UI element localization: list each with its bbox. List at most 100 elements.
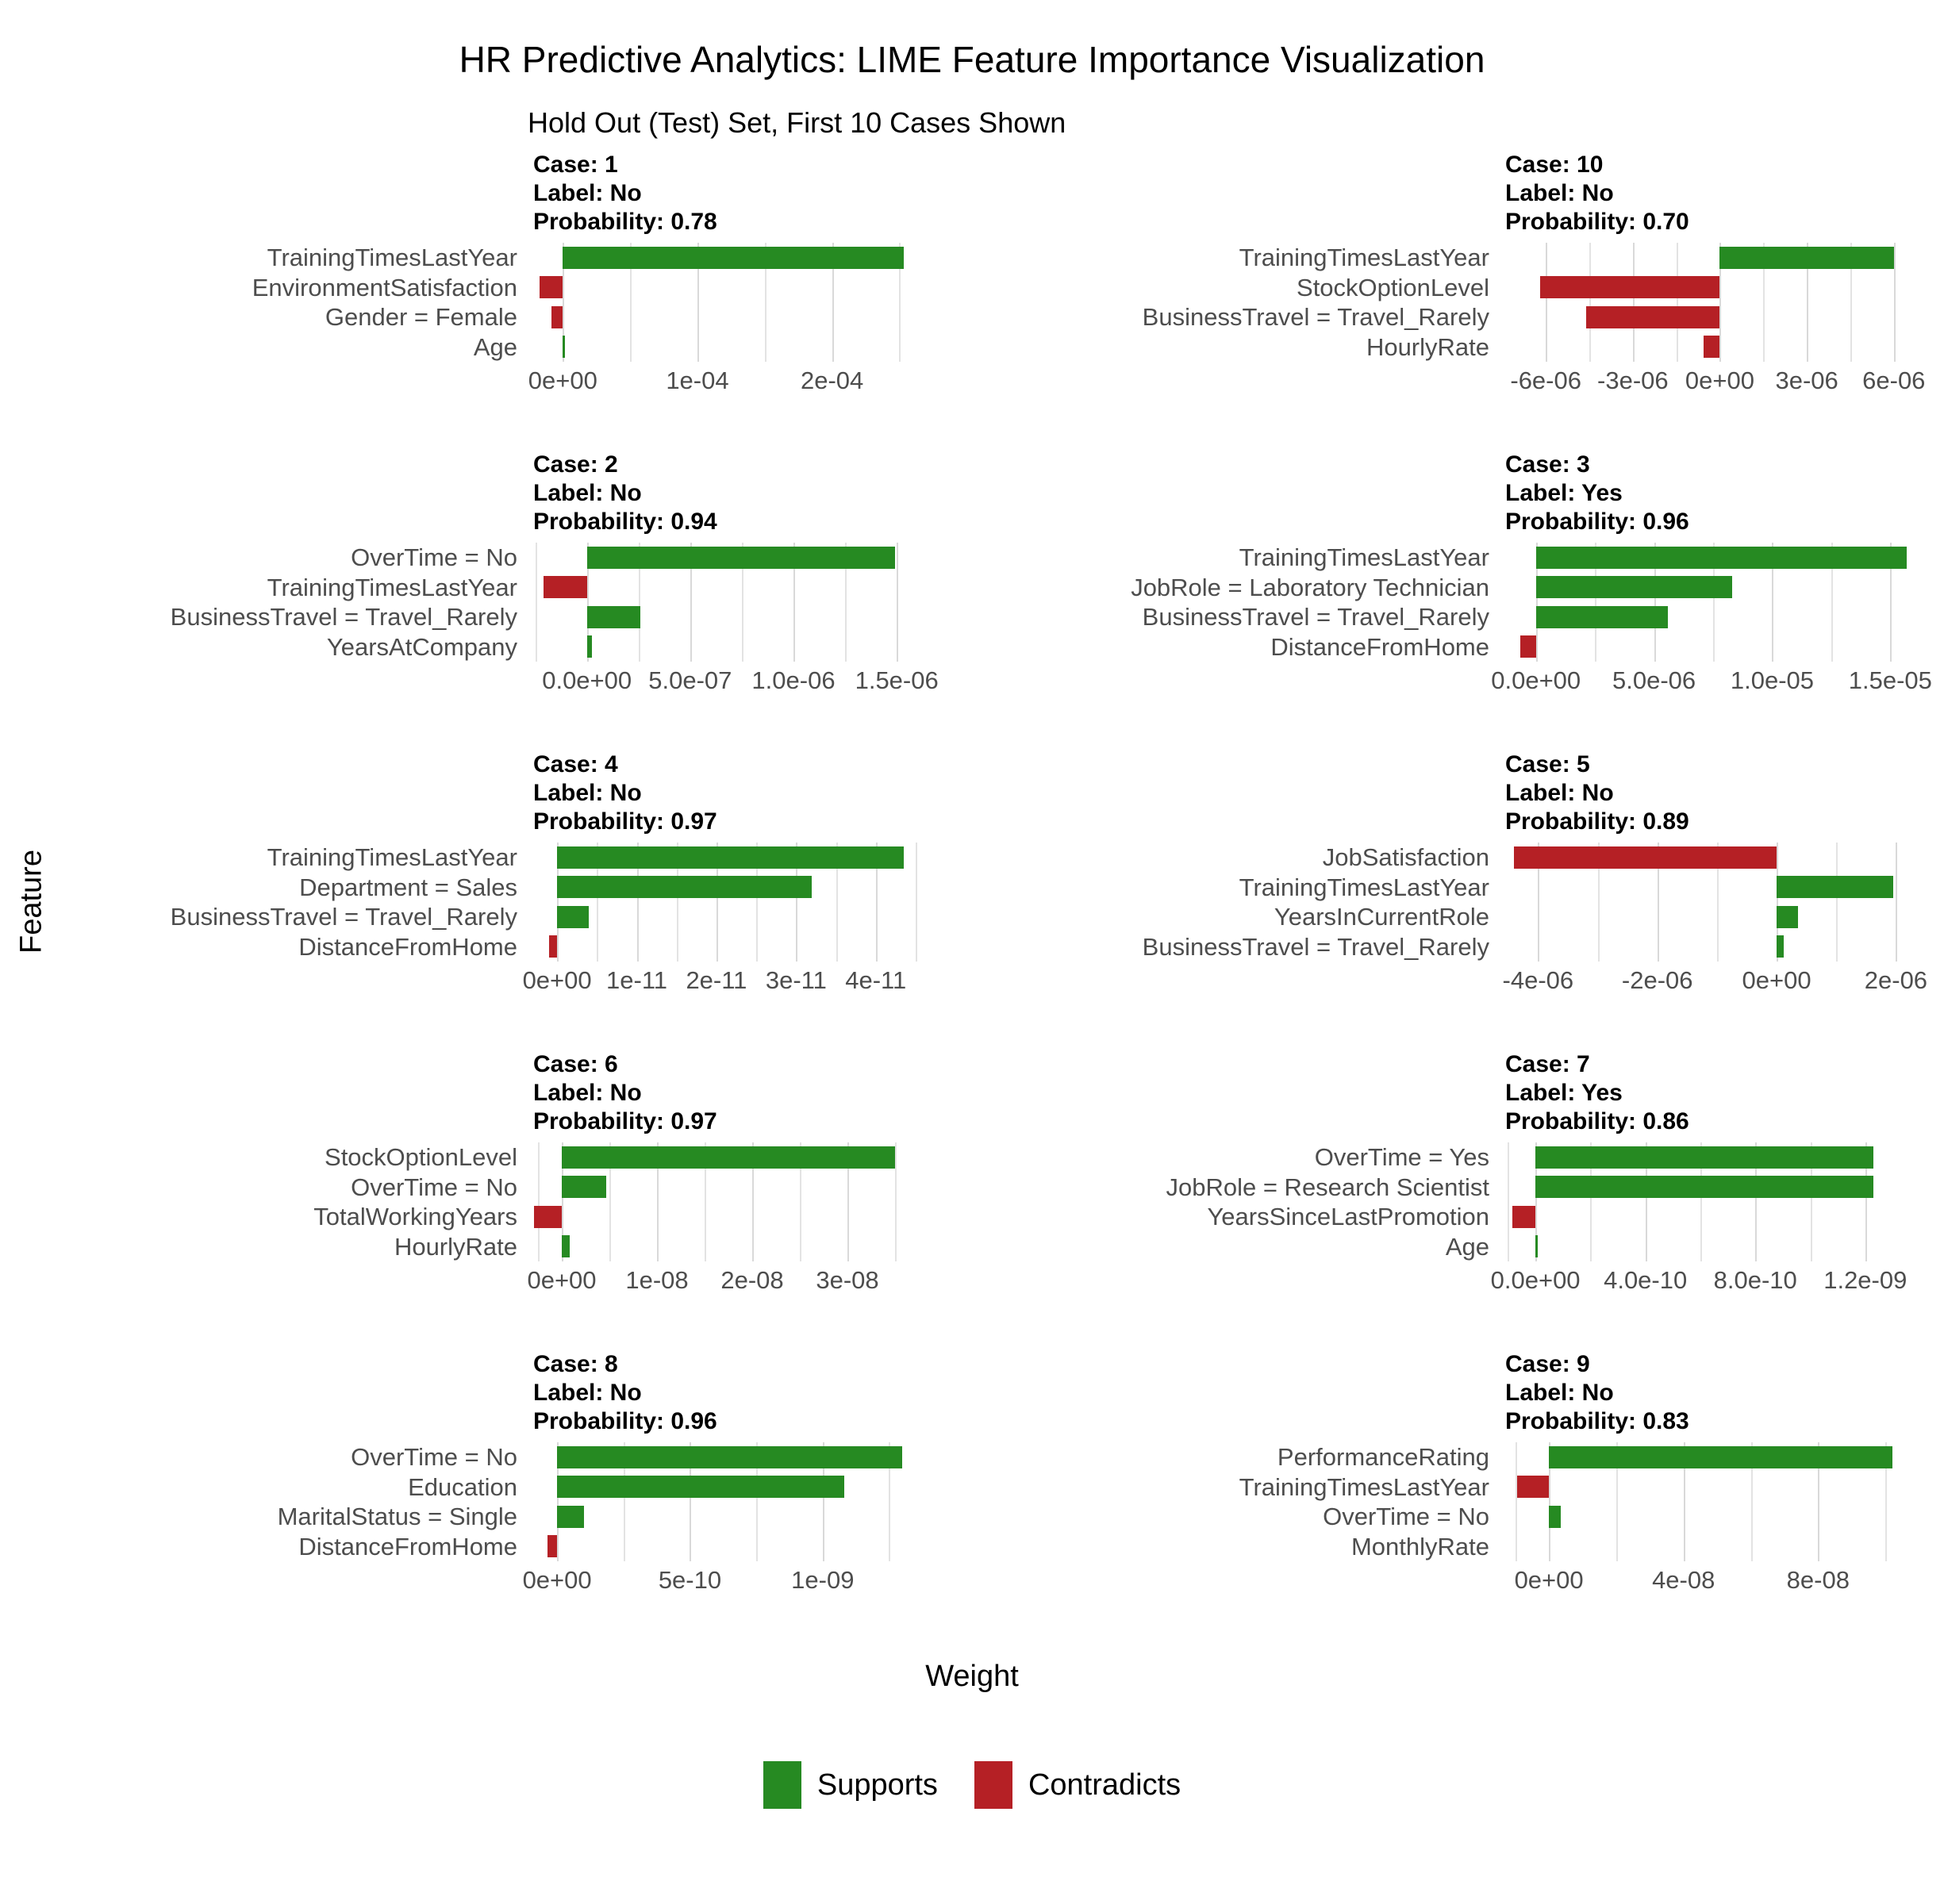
x-tick-label: 2e-04 [800,367,864,394]
x-tick-label: 5.0e-07 [648,666,732,694]
x-tick-label: 1e-11 [606,966,668,994]
bar-supports [557,846,904,869]
bar-supports [557,876,813,899]
x-tick-label: 0e+00 [522,1566,592,1594]
x-tick-label: 1.0e-05 [1730,666,1815,694]
case-label: Label: No [533,1380,642,1406]
x-tick-label: 1.0e-06 [751,666,836,694]
feature-label: YearsInCurrentRole [1274,903,1489,931]
case-label: Label: No [533,780,642,806]
feature-label-list: OverTime = Yes JobRole = Research Scienti… [972,1142,1497,1261]
feature-label: DistanceFromHome [298,932,517,961]
x-tick-labels: 0e+00 4e-08 8e-08 [1505,1566,1926,1601]
x-tick-label: 0e+00 [528,367,597,394]
feature-label-list: TrainingTimesLastYear JobRole = Laborator… [972,543,1497,662]
x-axis-title: Weight [925,1660,1019,1693]
page-subtitle: Hold Out (Test) Set, First 10 Cases Show… [528,106,1066,139]
case-number: Case: 7 [1505,1051,1590,1077]
x-tick-labels: -6e-06 -3e-06 0e+00 3e-06 6e-06 [1505,367,1926,401]
feature-label: TrainingTimesLastYear [1239,244,1489,271]
bar-supports [1535,605,1669,628]
lime-feature-importance-chart: HR Predictive Analytics: LIME Feature Im… [0,0,1944,1904]
x-tick-label: 0.0e+00 [1491,666,1581,694]
feature-label: EnvironmentSatisfaction [252,273,517,301]
x-tick-labels: 0e+00 1e-08 2e-08 3e-08 [527,1266,924,1301]
case-number: Case: 10 [1505,152,1604,178]
legend-item-contradicts[interactable]: Contradicts [974,1761,1181,1809]
bar-contradicts [544,576,587,599]
bar-supports [1535,546,1908,569]
feature-label: OverTime = No [351,543,517,571]
feature-label-list: JobSatisfaction TrainingTimesLastYear Year… [972,843,1497,962]
x-tick-label: 1.5e-05 [1848,666,1932,694]
bars [1505,843,1926,962]
bar-supports [586,546,895,569]
feature-label: YearsAtCompany [326,632,517,661]
bar-supports [1535,1176,1874,1199]
feature-label: BusinessTravel = Travel_Rarely [1142,603,1489,631]
feature-label: HourlyRate [1366,332,1489,361]
x-tick-label: 2e-08 [720,1266,784,1294]
bar-supports [562,1146,895,1169]
feature-label: BusinessTravel = Travel_Rarely [170,903,517,931]
case-number: Case: 1 [533,152,618,178]
plot-area [1505,1142,1926,1261]
legend-swatch-icon [763,1761,801,1809]
x-tick-label: 1.5e-06 [855,666,939,694]
case-probability: Probability: 0.83 [1505,1408,1689,1434]
x-tick-labels: 0.0e+00 4.0e-10 8.0e-10 1.2e-09 [1491,1266,1926,1301]
x-tick-label: 3e-06 [1775,367,1838,394]
feature-label: TrainingTimesLastYear [1239,543,1489,571]
bar-contradicts [1512,1205,1536,1228]
case-number: Case: 3 [1505,451,1590,478]
x-tick-label: 3e-11 [765,966,827,994]
bars [533,1442,924,1561]
chart-legend: Supports Contradicts [0,1761,1944,1809]
plot-area [533,243,924,362]
x-tick-label: 2e-06 [1864,966,1928,994]
plot-area [1505,843,1926,962]
bar-supports [1777,935,1785,958]
case-label: Label: No [1505,780,1614,806]
feature-label: StockOptionLevel [325,1143,517,1171]
bars [1505,543,1926,662]
feature-label: TrainingTimesLastYear [267,573,517,601]
bars [1505,1442,1926,1561]
feature-label-list: TrainingTimesLastYear EnvironmentSatisfac… [0,243,525,362]
bar-supports [586,635,593,658]
case-probability: Probability: 0.97 [533,1108,717,1134]
legend-item-supports[interactable]: Supports [763,1761,938,1809]
bar-supports [557,1445,903,1468]
case-panel: Case: 1 Label: No Probability: 0.78 Trainin… [0,151,972,451]
feature-label: StockOptionLevel [1297,273,1489,301]
bar-contradicts [549,935,558,958]
bars [533,243,924,362]
feature-label: BusinessTravel = Travel_Rarely [170,603,517,631]
case-panel: Case: 10 Label: No Probability: 0.70 Traini… [972,151,1944,451]
feature-label: Gender = Female [325,303,517,331]
feature-label: TotalWorkingYears [313,1203,517,1230]
feature-label: Department = Sales [299,873,517,901]
feature-label: TrainingTimesLastYear [1239,873,1489,901]
page-title: HR Predictive Analytics: LIME Feature Im… [459,39,1485,80]
bar-supports [563,246,904,269]
feature-label: TrainingTimesLastYear [1239,1472,1489,1501]
panel-header: Case: 3 Label: Yes Probability: 0.96 [1505,451,1689,536]
x-tick-label: 4e-08 [1652,1566,1715,1594]
feature-label: HourlyRate [394,1232,517,1261]
x-tick-label: 0e+00 [1685,367,1755,394]
legend-label: Supports [816,1768,938,1802]
x-tick-label: 2e-11 [686,966,747,994]
case-panel: Case: 8 Label: No Probability: 0.96 OverTim… [0,1350,972,1650]
feature-label-list: OverTime = No Education MaritalStatus = Si… [0,1442,525,1561]
x-tick-labels: 0e+00 5e-10 1e-09 [523,1566,924,1601]
x-tick-label: 1e-08 [625,1266,689,1294]
panel-header: Case: 7 Label: Yes Probability: 0.86 [1505,1050,1689,1136]
case-number: Case: 9 [1505,1351,1590,1377]
bar-contradicts [534,1205,562,1228]
case-panel: Case: 2 Label: No Probability: 0.94 OverTim… [0,451,972,750]
feature-label: OverTime = No [1323,1503,1489,1530]
feature-label: DistanceFromHome [1270,632,1489,661]
case-label: Label: No [1505,180,1614,206]
plot-area [533,843,924,962]
